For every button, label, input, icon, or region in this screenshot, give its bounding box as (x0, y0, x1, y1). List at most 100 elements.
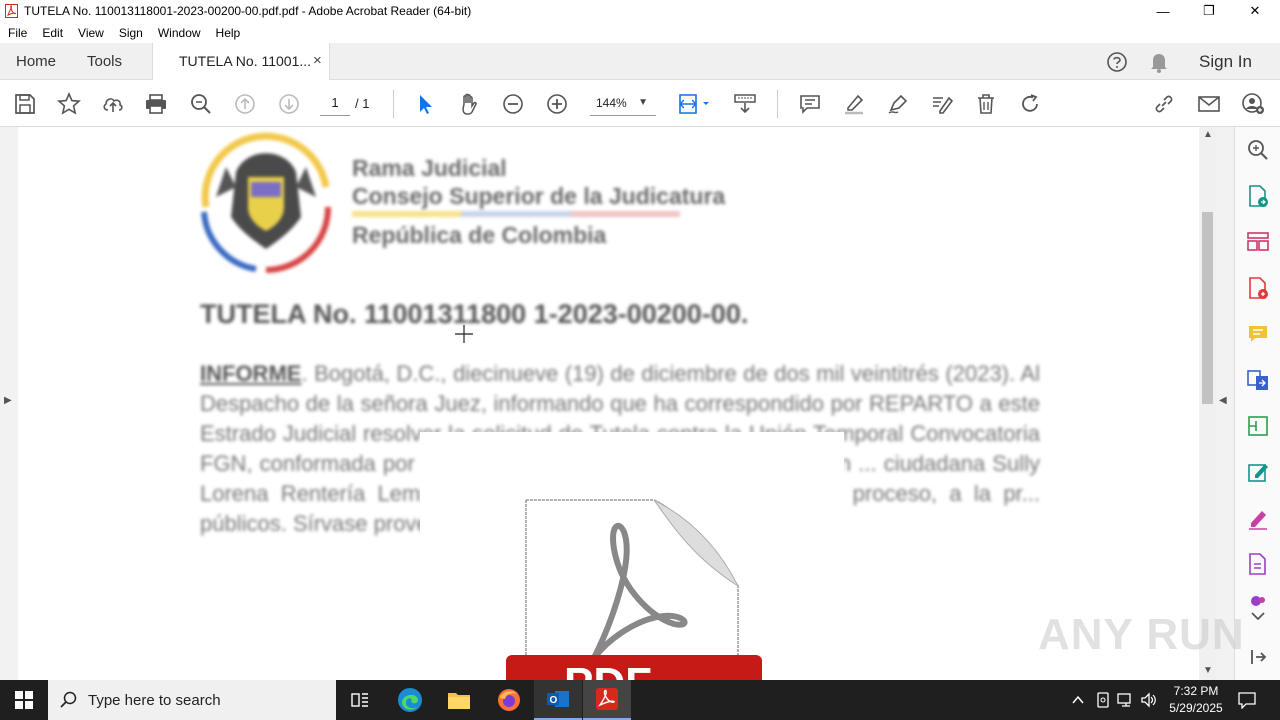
help-icon[interactable] (1106, 51, 1128, 73)
right-panel-toggle-icon[interactable]: ◀ (1219, 395, 1227, 406)
maximize-button[interactable]: ❐ (1186, 0, 1232, 22)
create-pdf-icon[interactable] (1246, 276, 1270, 300)
system-clock[interactable]: 7:32 PM 5/29/2025 (1160, 683, 1232, 717)
menu-edit[interactable]: Edit (42, 26, 63, 40)
network-icon[interactable] (1117, 692, 1135, 708)
save-button[interactable] (12, 91, 38, 117)
outlook-icon: O (547, 691, 569, 707)
chevron-down-icon: ▼ (638, 97, 648, 108)
scroll-mode-button[interactable] (732, 91, 758, 117)
trash-icon (978, 94, 994, 114)
draw-button[interactable] (885, 91, 911, 117)
combine-files-icon[interactable] (1246, 368, 1270, 392)
highlight-button[interactable] (841, 91, 867, 117)
device-icon[interactable] (1095, 692, 1111, 708)
plus-circle-icon (547, 94, 567, 114)
upload-button[interactable] (100, 91, 126, 117)
page-fit-button[interactable] (676, 91, 712, 117)
task-view-button[interactable] (336, 680, 384, 720)
edit-pdf-icon[interactable] (1246, 460, 1270, 484)
select-tool-button[interactable] (412, 91, 438, 117)
organize-pages-icon[interactable] (1246, 230, 1270, 254)
edge-taskbar-button[interactable] (386, 680, 434, 720)
more-tools-icon[interactable] (1246, 593, 1270, 607)
scroll-down-icon[interactable]: ▼ (1203, 665, 1213, 676)
share-link-button[interactable] (1151, 91, 1177, 117)
tab-home[interactable]: Home (16, 53, 56, 70)
judicial-header: Rama Judicial Consejo Superior de la Jud… (352, 154, 725, 249)
menu-file[interactable]: File (8, 26, 27, 40)
collapse-panel-icon[interactable] (1246, 645, 1270, 669)
find-button[interactable] (188, 91, 214, 117)
chevron-down-icon[interactable] (1246, 609, 1270, 625)
close-tab-icon[interactable]: × (313, 52, 322, 69)
cursor-arrow-icon (420, 95, 432, 114)
next-page-button[interactable] (276, 91, 302, 117)
svg-text:O: O (550, 695, 558, 706)
menu-window[interactable]: Window (158, 26, 201, 40)
document-viewport[interactable]: Rama Judicial Consejo Superior de la Jud… (0, 127, 1234, 680)
notifications-bell-icon[interactable] (1149, 51, 1169, 73)
email-button[interactable] (1196, 91, 1222, 117)
tab-tools[interactable]: Tools (87, 53, 122, 70)
taskbar-search-box[interactable]: Type here to search (48, 680, 336, 720)
edge-browser-icon (398, 688, 422, 712)
previous-page-button[interactable] (232, 91, 258, 117)
pdf-badge-text: PDF (564, 659, 652, 680)
menu-help[interactable]: Help (216, 26, 241, 40)
compress-pdf-icon[interactable] (1246, 414, 1270, 438)
outlook-taskbar-button[interactable]: O (534, 680, 582, 720)
comment-icon[interactable] (1246, 322, 1270, 346)
zoom-level-value: 144% (596, 96, 627, 110)
pdf-preview-overlay: PDF (420, 432, 844, 680)
chevron-up-icon[interactable] (1071, 694, 1085, 706)
tools-sidebar (1234, 127, 1280, 680)
rotate-button[interactable] (1017, 91, 1043, 117)
search-zoom-icon[interactable] (1246, 138, 1270, 162)
tab-document[interactable]: TUTELA No. 11001... × (152, 43, 330, 81)
case-title: TUTELA No. 11001311800 1-2023-00200-00. (200, 299, 749, 329)
menu-sign[interactable]: Sign (119, 26, 143, 40)
firefox-taskbar-button[interactable] (485, 680, 533, 720)
comment-button[interactable] (797, 91, 823, 117)
start-button[interactable] (0, 680, 48, 720)
arrow-down-circle-icon (279, 94, 299, 114)
print-button[interactable] (143, 91, 169, 117)
acrobat-taskbar-button[interactable] (583, 680, 631, 720)
menu-view[interactable]: View (78, 26, 104, 40)
close-window-button[interactable]: ✕ (1232, 0, 1278, 22)
zoom-in-button[interactable] (544, 91, 570, 117)
edit-text-button[interactable] (929, 91, 955, 117)
firefox-icon (498, 689, 520, 711)
minus-circle-icon (503, 94, 523, 114)
zoom-level-select[interactable]: 144% ▼ (590, 92, 656, 116)
page-number-input[interactable]: 1 (320, 92, 350, 116)
zoom-out-button[interactable] (500, 91, 526, 117)
delete-button[interactable] (973, 91, 999, 117)
share-user-button[interactable] (1240, 91, 1266, 117)
header-line-3: República de Colombia (352, 222, 607, 248)
sign-in-button[interactable]: Sign In (1199, 52, 1252, 72)
hand-tool-button[interactable] (456, 91, 482, 117)
title-bar: TUTELA No. 110013118001-2023-00200-00.pd… (0, 0, 1280, 22)
protect-pdf-icon[interactable] (1246, 552, 1270, 576)
volume-icon[interactable] (1140, 692, 1158, 708)
crosshair-cursor-icon (455, 325, 473, 343)
flag-stripe (352, 211, 680, 217)
bookmark-button[interactable] (56, 91, 82, 117)
comment-icon (800, 95, 820, 114)
file-explorer-taskbar-button[interactable] (435, 680, 483, 720)
scrollbar-thumb[interactable] (1202, 212, 1213, 404)
notification-center-icon[interactable] (1238, 691, 1256, 709)
acrobat-icon (596, 688, 618, 710)
export-pdf-icon[interactable] (1246, 184, 1270, 208)
fill-sign-icon[interactable] (1246, 506, 1270, 530)
left-panel-toggle-icon[interactable]: ▶ (4, 395, 12, 406)
vertical-scrollbar[interactable]: ▲ ▼ (1199, 127, 1216, 680)
menu-bar: File Edit View Sign Window Help (0, 22, 1280, 43)
minimize-button[interactable]: — (1140, 0, 1186, 22)
scroll-up-icon[interactable]: ▲ (1203, 129, 1213, 140)
coat-of-arms-logo (201, 132, 332, 273)
toolbar: 1 / 1 144% ▼ (0, 80, 1280, 127)
pen-icon (888, 94, 908, 114)
